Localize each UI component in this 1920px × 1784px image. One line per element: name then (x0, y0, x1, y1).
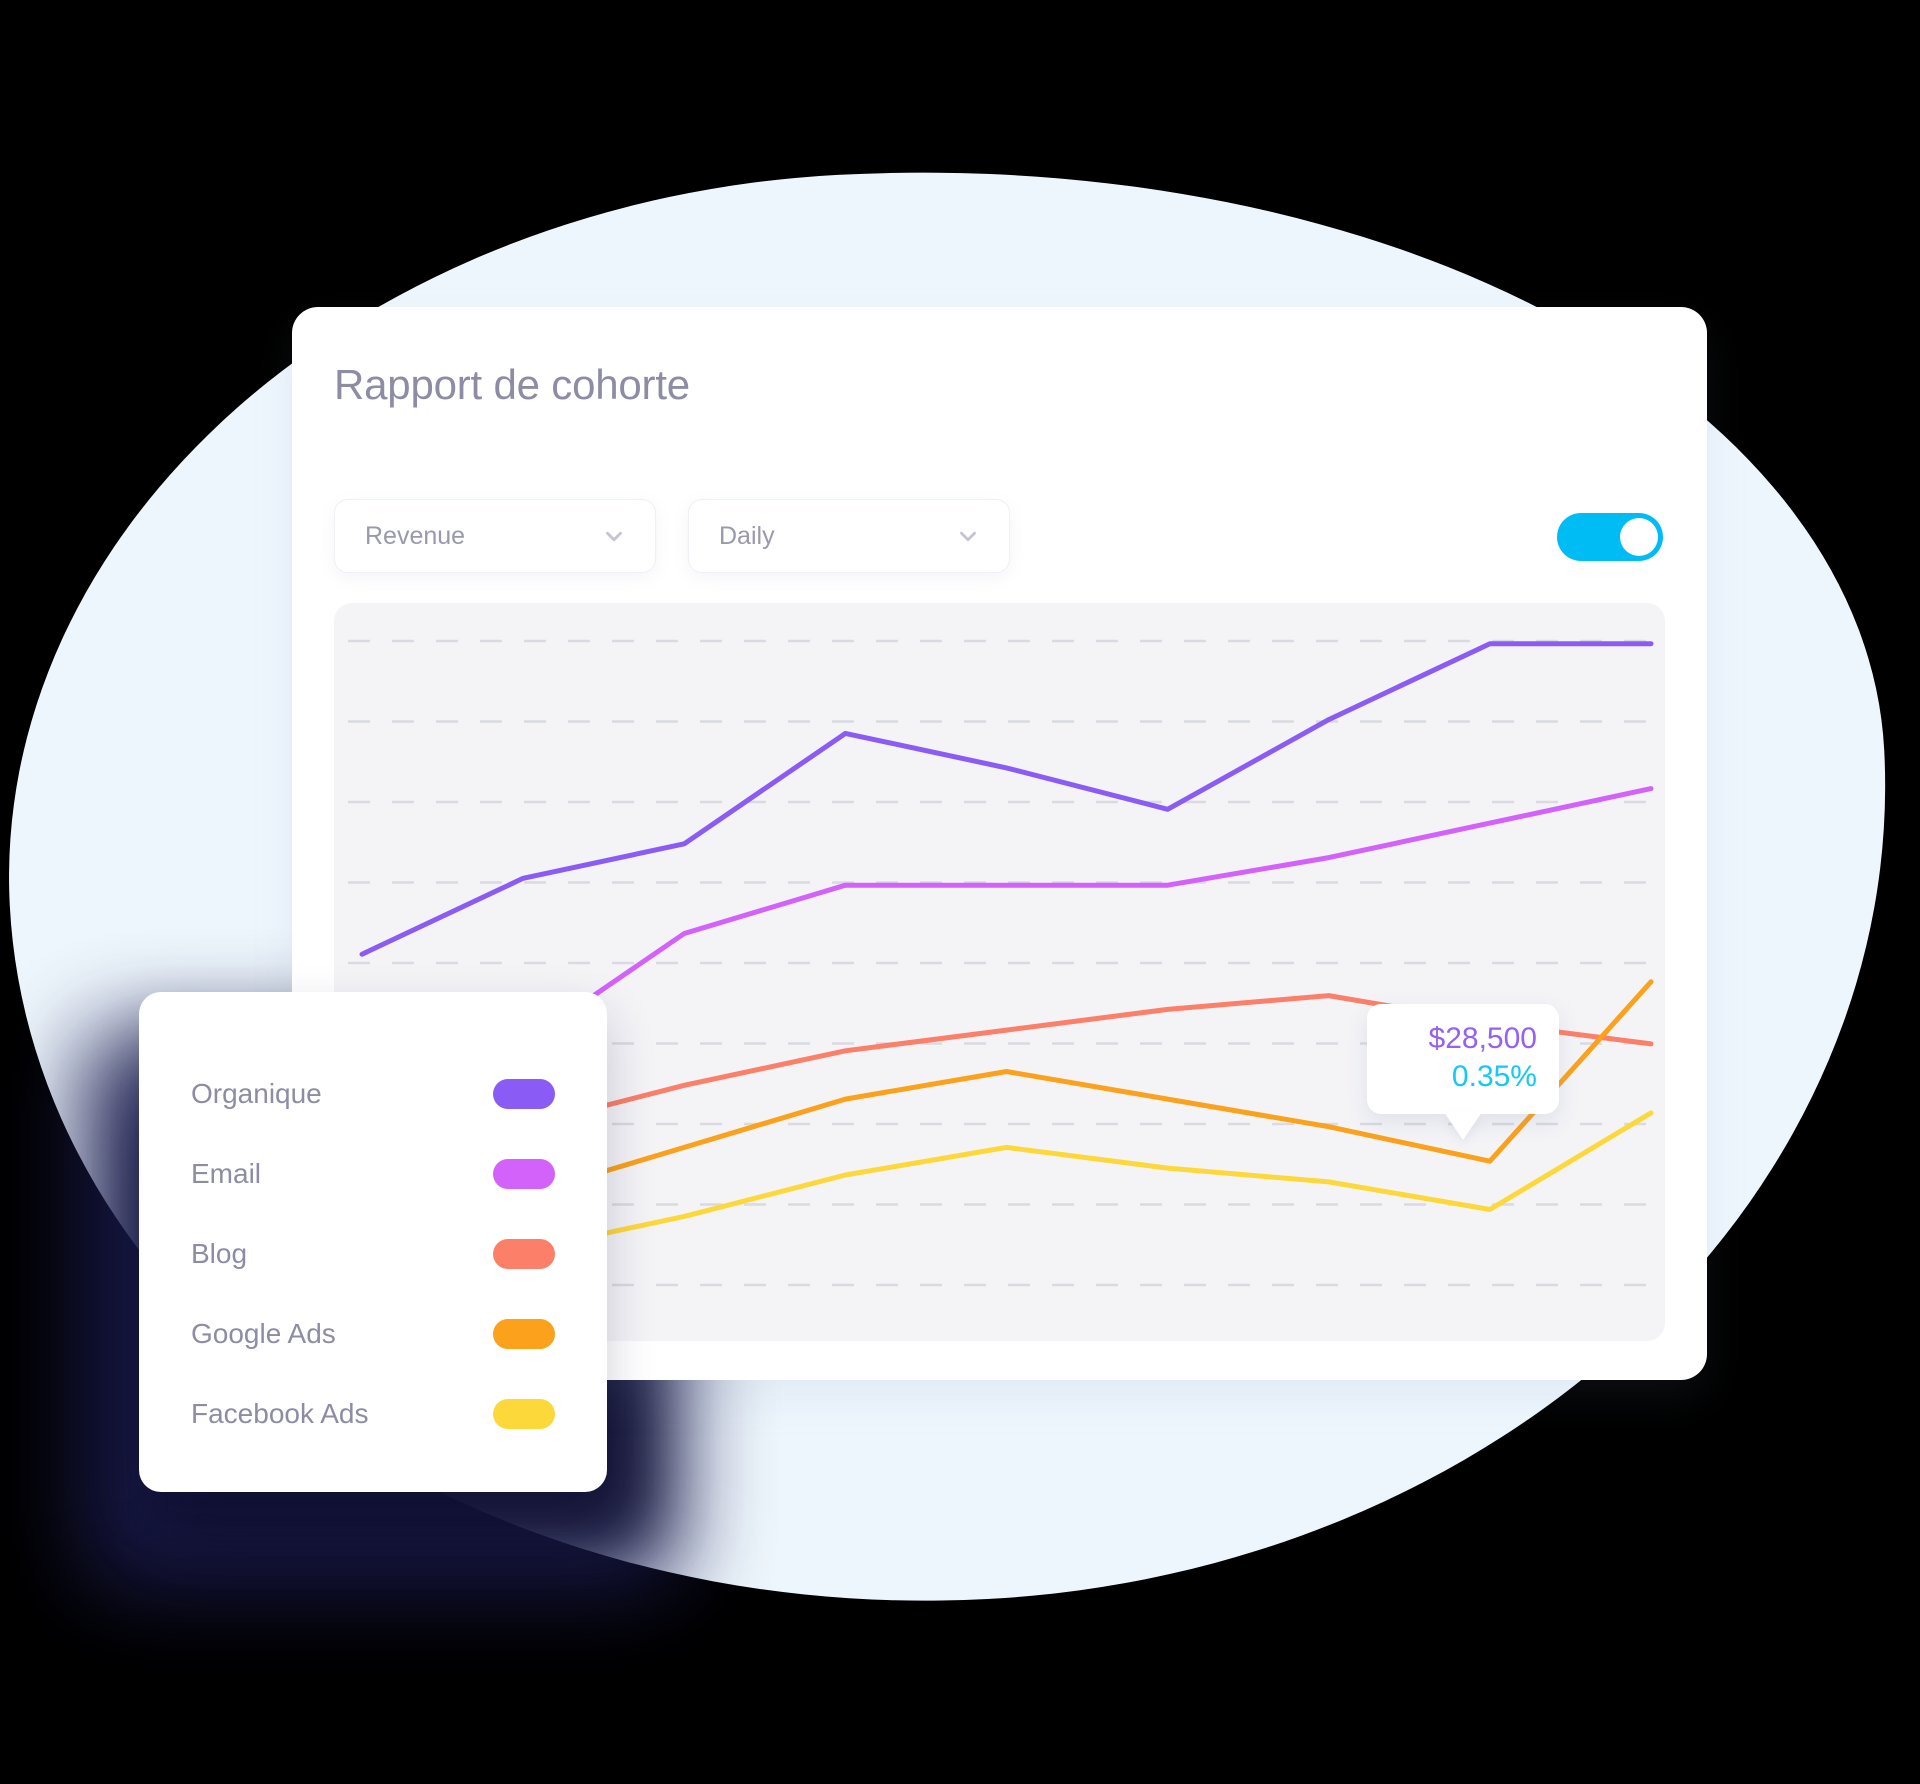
legend-list: Organique Email Blog Google Ads Facebook Ads (191, 1054, 555, 1454)
legend-item[interactable]: Google Ads (191, 1294, 555, 1374)
metric-select[interactable]: Revenue (334, 499, 656, 573)
toggle-knob (1620, 518, 1658, 556)
tooltip-value: $28,500 (1428, 1022, 1537, 1055)
legend-color-swatch (493, 1159, 555, 1189)
legend-item[interactable]: Email (191, 1134, 555, 1214)
tooltip-percent: 0.35% (1451, 1059, 1537, 1093)
series-line (359, 641, 1654, 957)
period-select[interactable]: Daily (688, 499, 1010, 573)
legend-item-label: Organique (191, 1078, 322, 1109)
compare-toggle[interactable] (1557, 513, 1663, 561)
legend-item[interactable]: Facebook Ads (191, 1374, 555, 1454)
legend-item[interactable]: Organique (191, 1054, 555, 1134)
chart-controls: Revenue Daily (334, 499, 1665, 573)
datapoint-tooltip: $28,500 0.35% (1367, 1004, 1559, 1140)
legend-item-label: Blog (191, 1238, 248, 1269)
legend-color-swatch (493, 1239, 555, 1269)
legend-item-label: Facebook Ads (191, 1398, 369, 1429)
metric-select-value: Revenue (365, 521, 466, 550)
legend-item[interactable]: Blog (191, 1214, 555, 1294)
chart-legend-card: Organique Email Blog Google Ads Facebook Ads (139, 992, 607, 1492)
tooltip-arrow (1444, 1111, 1482, 1140)
legend-item-label: Google Ads (191, 1318, 336, 1349)
page-title: Rapport de cohorte (334, 361, 690, 408)
period-select-value: Daily (719, 521, 775, 550)
chevron-down-icon (606, 531, 622, 542)
chevron-down-icon (960, 531, 976, 542)
legend-color-swatch (493, 1079, 555, 1109)
legend-color-swatch (493, 1399, 555, 1429)
legend-item-label: Email (191, 1158, 262, 1189)
legend-color-swatch (493, 1319, 555, 1349)
